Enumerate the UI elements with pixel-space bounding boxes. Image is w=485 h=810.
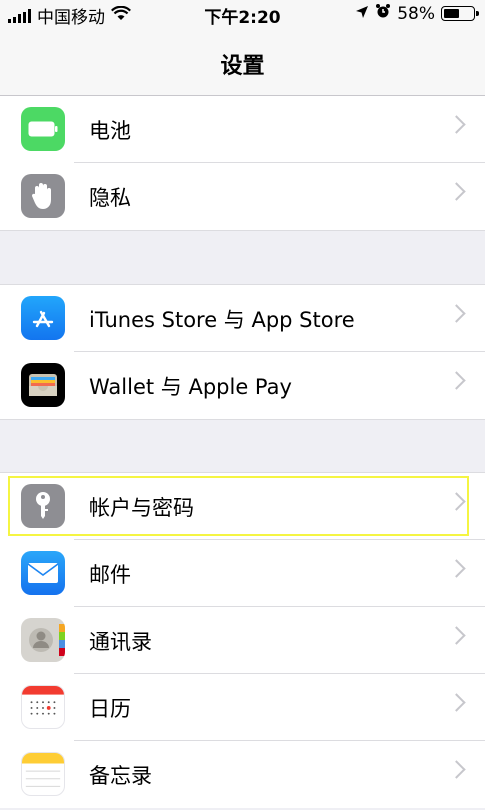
chevron-right-icon	[447, 182, 466, 201]
location-arrow-icon	[355, 4, 369, 24]
settings-row-label: 邮件	[89, 563, 131, 587]
settings-row-label: 通讯录	[89, 630, 152, 654]
settings-group-3: 帐户与密码 邮件 通讯录 日历 备忘录	[0, 472, 485, 808]
chevron-right-icon	[447, 626, 466, 645]
settings-row-notes[interactable]: 备忘录	[0, 741, 485, 808]
wallet-icon	[21, 363, 65, 407]
page-title: 设置	[220, 54, 265, 79]
key-icon	[21, 484, 65, 528]
settings-row-mail[interactable]: 邮件	[0, 540, 485, 607]
settings-row-calendar[interactable]: 日历	[0, 674, 485, 741]
status-right: 58%	[355, 3, 479, 24]
mail-icon	[21, 551, 65, 595]
settings-row-contacts[interactable]: 通讯录	[0, 607, 485, 674]
chevron-right-icon	[447, 559, 466, 578]
status-bar: 中国移动 下午2:20 58%	[0, 0, 485, 28]
calendar-icon	[21, 685, 65, 729]
battery-level	[444, 9, 459, 18]
settings-row-label: iTunes Store 与 App Store	[89, 308, 355, 332]
settings-row-battery[interactable]: 电池	[0, 96, 485, 163]
notes-icon	[21, 752, 65, 796]
alarm-icon	[375, 3, 391, 24]
settings-row-label: 隐私	[89, 186, 131, 210]
contacts-icon	[21, 618, 65, 662]
hand-icon	[21, 174, 65, 218]
settings-row-itunes-app-store[interactable]: iTunes Store 与 App Store	[0, 285, 485, 352]
chevron-right-icon	[447, 115, 466, 134]
settings-row-label: 帐户与密码	[89, 496, 194, 520]
settings-row-label: 备忘录	[89, 764, 152, 788]
navigation-bar: 设置	[0, 28, 485, 96]
settings-row-accounts-passwords[interactable]: 帐户与密码	[0, 473, 485, 540]
chevron-right-icon	[447, 492, 466, 511]
battery-icon	[21, 107, 65, 151]
chevron-right-icon	[447, 371, 466, 390]
settings-group-2: iTunes Store 与 App Store Wallet 与 Apple …	[0, 284, 485, 420]
settings-group-1: 电池 隐私	[0, 96, 485, 231]
settings-row-label: 电池	[89, 119, 131, 143]
chevron-right-icon	[447, 304, 466, 323]
battery-icon	[441, 6, 479, 21]
chevron-right-icon	[447, 760, 466, 779]
settings-row-privacy[interactable]: 隐私	[0, 163, 485, 230]
settings-row-label: 日历	[89, 697, 131, 721]
battery-percent: 58%	[397, 3, 435, 24]
chevron-right-icon	[447, 693, 466, 712]
settings-row-wallet[interactable]: Wallet 与 Apple Pay	[0, 352, 485, 419]
app-store-icon	[21, 296, 65, 340]
settings-row-label: Wallet 与 Apple Pay	[89, 375, 292, 399]
